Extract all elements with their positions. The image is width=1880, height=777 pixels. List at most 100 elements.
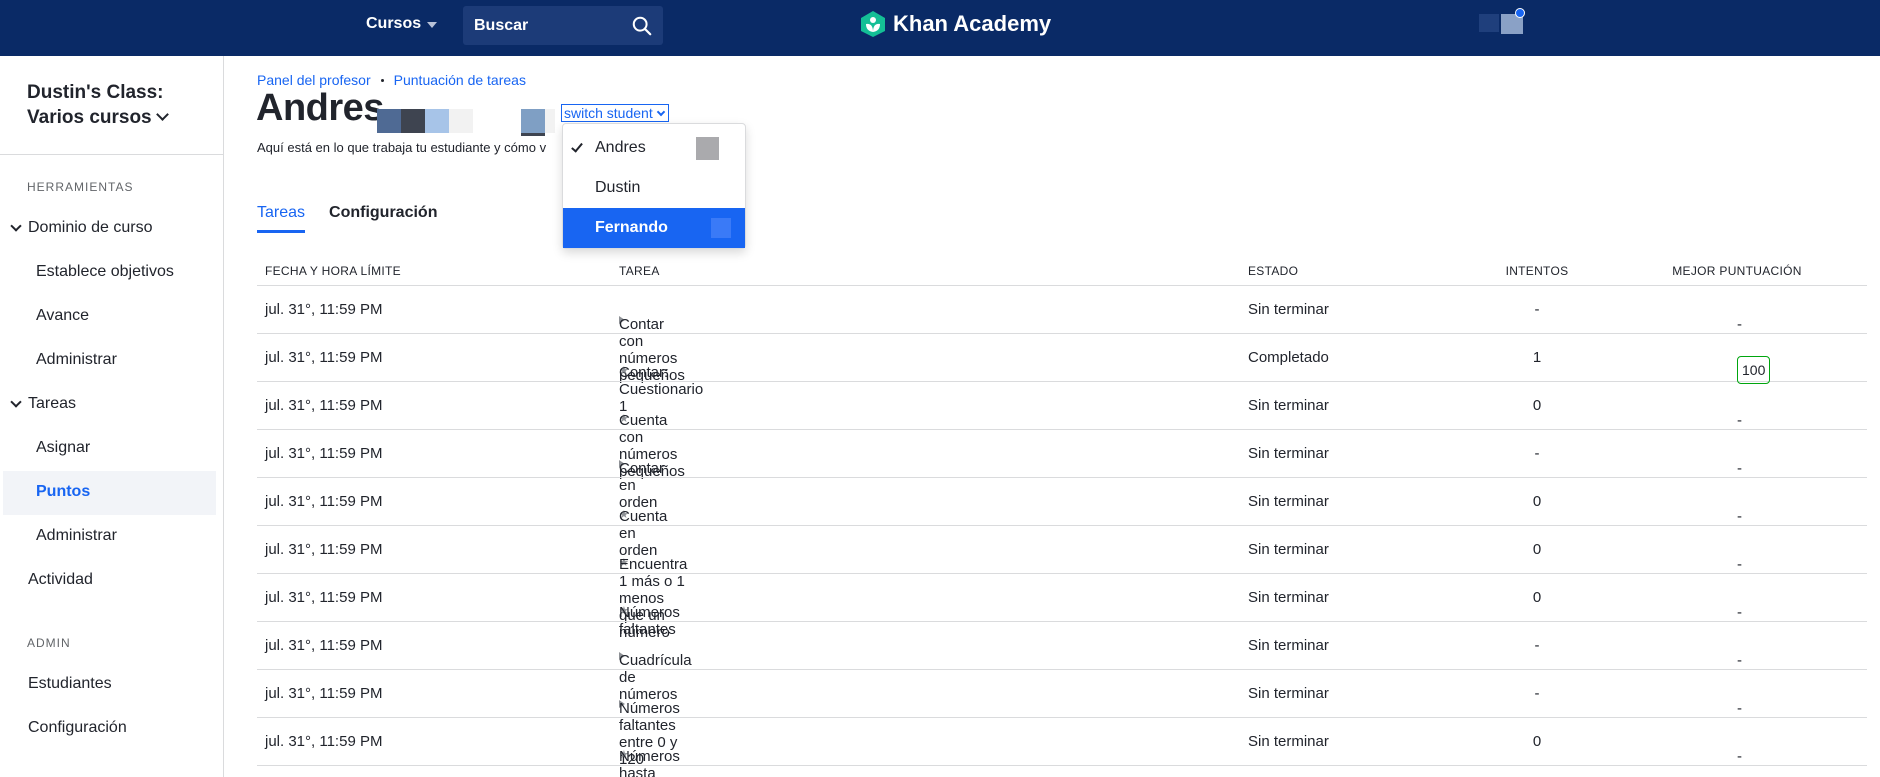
table-row: jul. 31°, 11:59 PM Contar en orden Sin ter… bbox=[257, 430, 1867, 511]
redacted-avatar bbox=[711, 218, 731, 238]
table-row: jul. 31°, 11:59 PM Cuadrícula de números S… bbox=[257, 622, 1867, 703]
due-date-cell: jul. 31°, 11:59 PM bbox=[265, 493, 383, 510]
state-cell: Sin terminar bbox=[1248, 301, 1329, 318]
tools-heading: HERRAMIENTAS bbox=[27, 180, 134, 194]
khan-leaf-logo-icon bbox=[861, 11, 885, 37]
due-date-cell: jul. 31°, 11:59 PM bbox=[265, 685, 383, 702]
sidebar: Dustin's Class: Varios cursos HERRAMIENT… bbox=[0, 56, 224, 777]
due-date-cell: jul. 31°, 11:59 PM bbox=[265, 397, 383, 414]
notification-dot-icon bbox=[1515, 8, 1525, 18]
page-title: Andres bbox=[256, 87, 384, 129]
best-score-value: - bbox=[1737, 316, 1742, 333]
state-cell: Sin terminar bbox=[1248, 541, 1329, 558]
task-name: Números hasta 100 bbox=[619, 748, 680, 777]
sidebar-divider bbox=[0, 154, 224, 155]
best-score-value: - bbox=[1737, 604, 1742, 621]
attempts-cell: - bbox=[1534, 445, 1540, 462]
breadcrumb-separator bbox=[380, 78, 384, 82]
sidebar-item-assignments[interactable]: Tareas bbox=[10, 395, 76, 413]
attempts-cell: - bbox=[1534, 685, 1540, 702]
dropdown-option-label: Fernando bbox=[595, 219, 668, 236]
search-box[interactable] bbox=[463, 6, 663, 45]
class-switcher[interactable]: Dustin's Class: Varios cursos bbox=[27, 80, 169, 130]
table-row: jul. 31°, 11:59 PM Contar con números peq… bbox=[257, 286, 1867, 384]
table-row: jul. 31°, 11:59 PM★Números hasta 100Sin … bbox=[257, 718, 1867, 777]
column-header-best-score[interactable]: MEJOR PUNTUACIÓN bbox=[1657, 264, 1817, 278]
dropdown-option-label: Andres bbox=[595, 139, 646, 156]
sidebar-item-manage-mastery[interactable]: Administrar bbox=[36, 351, 117, 369]
dropdown-option-andres[interactable]: Andres bbox=[563, 128, 745, 168]
state-cell: Sin terminar bbox=[1248, 685, 1329, 702]
assignments-table: FECHA Y HORA LÍMITE TAREA ESTADO INTENTO… bbox=[257, 258, 1867, 777]
sidebar-item-scores[interactable]: Puntos bbox=[36, 483, 90, 501]
table-row: jul. 31°, 11:59 PM ★ Cuenta con números pe… bbox=[257, 382, 1867, 480]
due-date-cell: jul. 31°, 11:59 PM bbox=[265, 349, 383, 366]
best-score-value: - bbox=[1737, 652, 1742, 669]
tab-tasks[interactable]: Tareas bbox=[257, 204, 306, 233]
column-header-state[interactable]: ESTADO bbox=[1248, 264, 1298, 278]
student-dropdown-menu: Andres Dustin Fernando bbox=[562, 123, 746, 249]
sidebar-item-activity[interactable]: Actividad bbox=[28, 571, 93, 589]
class-courses: Varios cursos bbox=[27, 107, 152, 128]
tab-bar: Tareas Configuración bbox=[257, 204, 437, 233]
courses-menu-button[interactable]: Cursos bbox=[366, 15, 438, 33]
dropdown-option-label: Dustin bbox=[595, 179, 641, 196]
breadcrumb: Panel del profesor Puntuación de tareas bbox=[257, 72, 526, 88]
due-date-cell: jul. 31°, 11:59 PM bbox=[265, 541, 383, 558]
sidebar-item-progress[interactable]: Avance bbox=[36, 307, 89, 325]
table-row: jul. 31°, 11:59 PM ★ Encuentra 1 más o 1 m… bbox=[257, 526, 1867, 641]
checkmark-icon bbox=[571, 140, 583, 153]
sidebar-item-manage-assignments[interactable]: Administrar bbox=[36, 527, 117, 545]
state-cell: Sin terminar bbox=[1248, 589, 1329, 606]
due-date-cell: jul. 31°, 11:59 PM bbox=[265, 445, 383, 462]
search-input[interactable] bbox=[474, 16, 624, 35]
tab-settings[interactable]: Configuración bbox=[329, 204, 437, 233]
sidebar-item-settings[interactable]: Configuración bbox=[28, 719, 127, 737]
due-date-cell: jul. 31°, 11:59 PM bbox=[265, 301, 383, 318]
table-row: jul. 31°, 11:59 PM ★ Números faltantes Sin … bbox=[257, 574, 1867, 638]
due-date-cell: jul. 31°, 11:59 PM bbox=[265, 589, 383, 606]
column-header-attempts[interactable]: INTENTOS bbox=[1477, 264, 1597, 278]
attempts-cell: 0 bbox=[1532, 493, 1542, 510]
caret-down-icon bbox=[427, 22, 438, 28]
breadcrumb-teacher-dashboard[interactable]: Panel del profesor bbox=[257, 72, 371, 88]
sidebar-item-set-goals[interactable]: Establece objetivos bbox=[36, 263, 174, 281]
top-nav-bar: Cursos Khan Academy bbox=[0, 0, 1880, 56]
chevron-down-icon bbox=[656, 107, 665, 116]
search-icon[interactable] bbox=[631, 15, 653, 37]
sidebar-item-students[interactable]: Estudiantes bbox=[28, 675, 112, 693]
dropdown-option-fernando[interactable]: Fernando bbox=[563, 208, 745, 248]
attempts-cell: - bbox=[1534, 301, 1540, 318]
user-avatar[interactable] bbox=[1479, 8, 1525, 34]
table-body: jul. 31°, 11:59 PM Contar con números peq… bbox=[257, 286, 1867, 777]
attempts-cell: 1 bbox=[1532, 349, 1542, 366]
state-cell: Sin terminar bbox=[1248, 397, 1329, 414]
brand-name: Khan Academy bbox=[893, 11, 1052, 36]
sidebar-item-course-mastery[interactable]: Dominio de curso bbox=[10, 219, 153, 237]
sidebar-item-assign[interactable]: Asignar bbox=[36, 439, 90, 457]
table-header: FECHA Y HORA LÍMITE TAREA ESTADO INTENTO… bbox=[257, 258, 1867, 286]
best-score-value: - bbox=[1737, 700, 1742, 717]
best-score-badge: 100 bbox=[1737, 356, 1771, 384]
state-cell: Sin terminar bbox=[1248, 445, 1329, 462]
breadcrumb-assignment-scores[interactable]: Puntuación de tareas bbox=[394, 72, 526, 88]
avatar-redacted-left bbox=[1479, 14, 1499, 32]
switch-student-label: switch student bbox=[564, 105, 653, 121]
best-score-value: - bbox=[1737, 556, 1742, 573]
best-score-value: - bbox=[1737, 460, 1742, 477]
admin-heading: ADMIN bbox=[27, 636, 71, 650]
table-row: jul. 31°, 11:59 PM ★ Contar: Cuestionario … bbox=[257, 334, 1867, 415]
due-date-cell: jul. 31°, 11:59 PM bbox=[265, 733, 383, 750]
class-name: Dustin's Class: bbox=[27, 82, 164, 103]
state-cell: Completado bbox=[1248, 349, 1329, 366]
column-header-task[interactable]: TAREA bbox=[619, 264, 660, 278]
redacted-avatar bbox=[696, 137, 719, 160]
dropdown-option-dustin[interactable]: Dustin bbox=[563, 168, 745, 208]
attempts-cell: - bbox=[1534, 637, 1540, 654]
switch-student-button[interactable]: switch student bbox=[561, 104, 669, 122]
khan-academy-logo[interactable]: Khan Academy bbox=[860, 10, 1051, 38]
state-cell: Sin terminar bbox=[1248, 637, 1329, 654]
column-header-due-date[interactable]: FECHA Y HORA LÍMITE bbox=[265, 264, 401, 278]
table-row: jul. 31°, 11:59 PM Números faltantes entr… bbox=[257, 670, 1867, 768]
state-cell: Sin terminar bbox=[1248, 493, 1329, 510]
